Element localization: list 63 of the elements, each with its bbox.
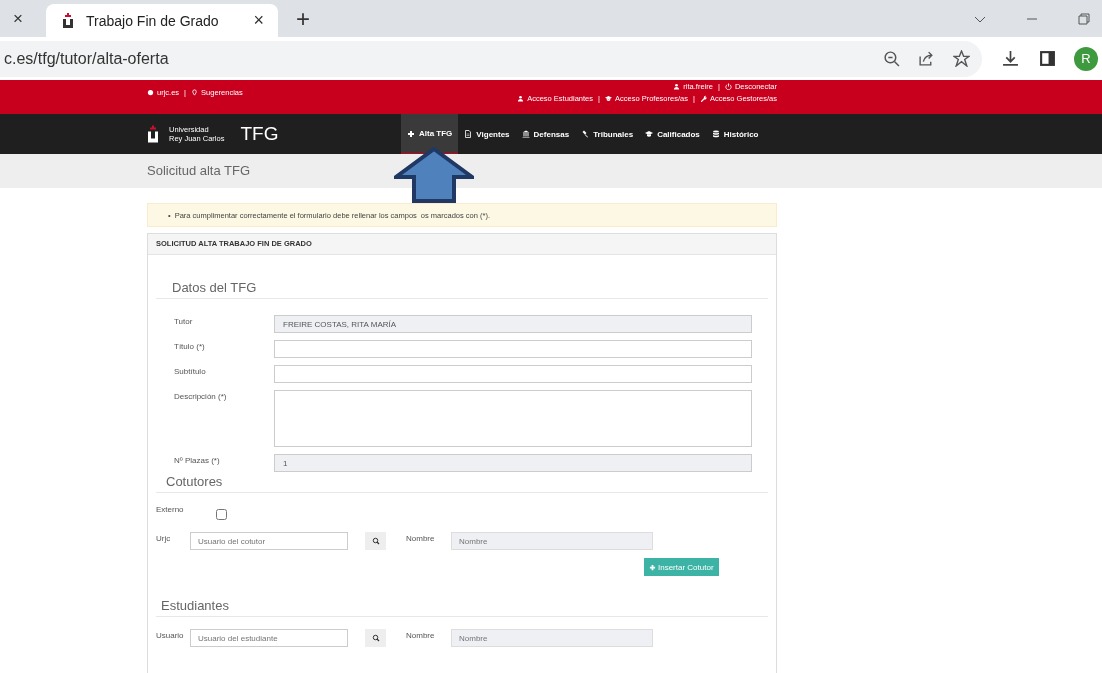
wrench-icon	[699, 95, 707, 102]
search-button[interactable]	[365, 532, 386, 550]
graduation-cap-icon	[604, 95, 612, 102]
input-field[interactable]: Usuario del cotutor	[190, 532, 348, 550]
section-heading: Datos del TFG	[156, 280, 768, 299]
page-title: Solicitud alta TFG	[147, 162, 251, 180]
search-icon	[371, 537, 380, 545]
nav-tab[interactable]: Tribunales	[575, 114, 640, 154]
power-icon	[724, 83, 732, 90]
nav-tab[interactable]: Histórico	[705, 114, 765, 154]
close-tab-button[interactable]: ×	[249, 10, 268, 31]
zoom-out-icon[interactable]	[883, 50, 900, 67]
readonly-field[interactable]: FREIRE COSTAS, RITA MARÍA	[274, 315, 752, 333]
section-heading: Cotutores	[156, 474, 768, 493]
input-field[interactable]: Usuario del estudiante	[190, 629, 348, 647]
building-icon	[521, 130, 530, 138]
readonly-field[interactable]: Nombre	[451, 629, 653, 647]
document-icon	[464, 130, 473, 138]
gavel-icon	[581, 130, 590, 138]
user-icon	[517, 95, 525, 102]
field-label: Nombre	[406, 630, 436, 640]
star-icon[interactable]	[953, 50, 970, 67]
search-icon	[371, 634, 380, 642]
field-label: Tutor	[174, 316, 194, 326]
field-label: Urjc	[156, 533, 172, 543]
input-field[interactable]	[274, 365, 752, 383]
side-panel-icon[interactable]	[1039, 50, 1056, 67]
share-icon[interactable]	[918, 50, 935, 67]
nav-tab[interactable]: Calificados	[639, 114, 706, 154]
plus-icon	[649, 563, 656, 571]
close-tab-button[interactable]: ×	[6, 3, 30, 34]
browser-tab[interactable]: Trabajo Fin de Grado ×	[46, 4, 278, 37]
graduation-cap-icon	[645, 130, 654, 138]
nav-tab[interactable]: Alta TFG	[401, 114, 459, 154]
plus-icon	[407, 129, 415, 138]
field-label: Nombre	[406, 533, 436, 543]
input-field[interactable]	[274, 340, 752, 358]
readonly-field[interactable]: Nombre	[451, 532, 653, 550]
download-icon[interactable]	[1002, 50, 1019, 67]
url-text: c.es/tfg/tutor/alta-oferta	[4, 49, 170, 68]
search-button[interactable]	[365, 629, 386, 647]
tab-title: Trabajo Fin de Grado	[86, 12, 220, 29]
university-logo-icon	[62, 12, 74, 29]
checkbox[interactable]	[216, 509, 227, 520]
university-logo-icon	[147, 124, 159, 144]
nav-tab[interactable]: Vigentes	[458, 114, 516, 154]
field-label: Nº Plazas (*)	[174, 455, 221, 465]
app-name: TFG	[240, 123, 279, 145]
map-pin-icon	[191, 89, 199, 96]
address-bar[interactable]: c.es/tfg/tutor/alta-oferta	[0, 40, 982, 77]
field-label: Usuario	[156, 630, 185, 640]
database-icon	[711, 130, 720, 138]
nav-tab[interactable]: Defensas	[515, 114, 576, 154]
field-label: Subtítulo	[174, 366, 207, 376]
field-label: Título (*)	[174, 341, 206, 351]
profile-avatar[interactable]: R	[1074, 46, 1098, 71]
field-label: Externo	[156, 505, 185, 514]
new-tab-button[interactable]: +	[290, 4, 316, 33]
section-heading: Estudiantes	[156, 598, 768, 617]
user-icon	[673, 83, 681, 90]
field-label: Descripción (*)	[174, 391, 228, 401]
readonly-field[interactable]: 1	[274, 454, 752, 472]
restore-icon[interactable]	[1078, 12, 1090, 25]
